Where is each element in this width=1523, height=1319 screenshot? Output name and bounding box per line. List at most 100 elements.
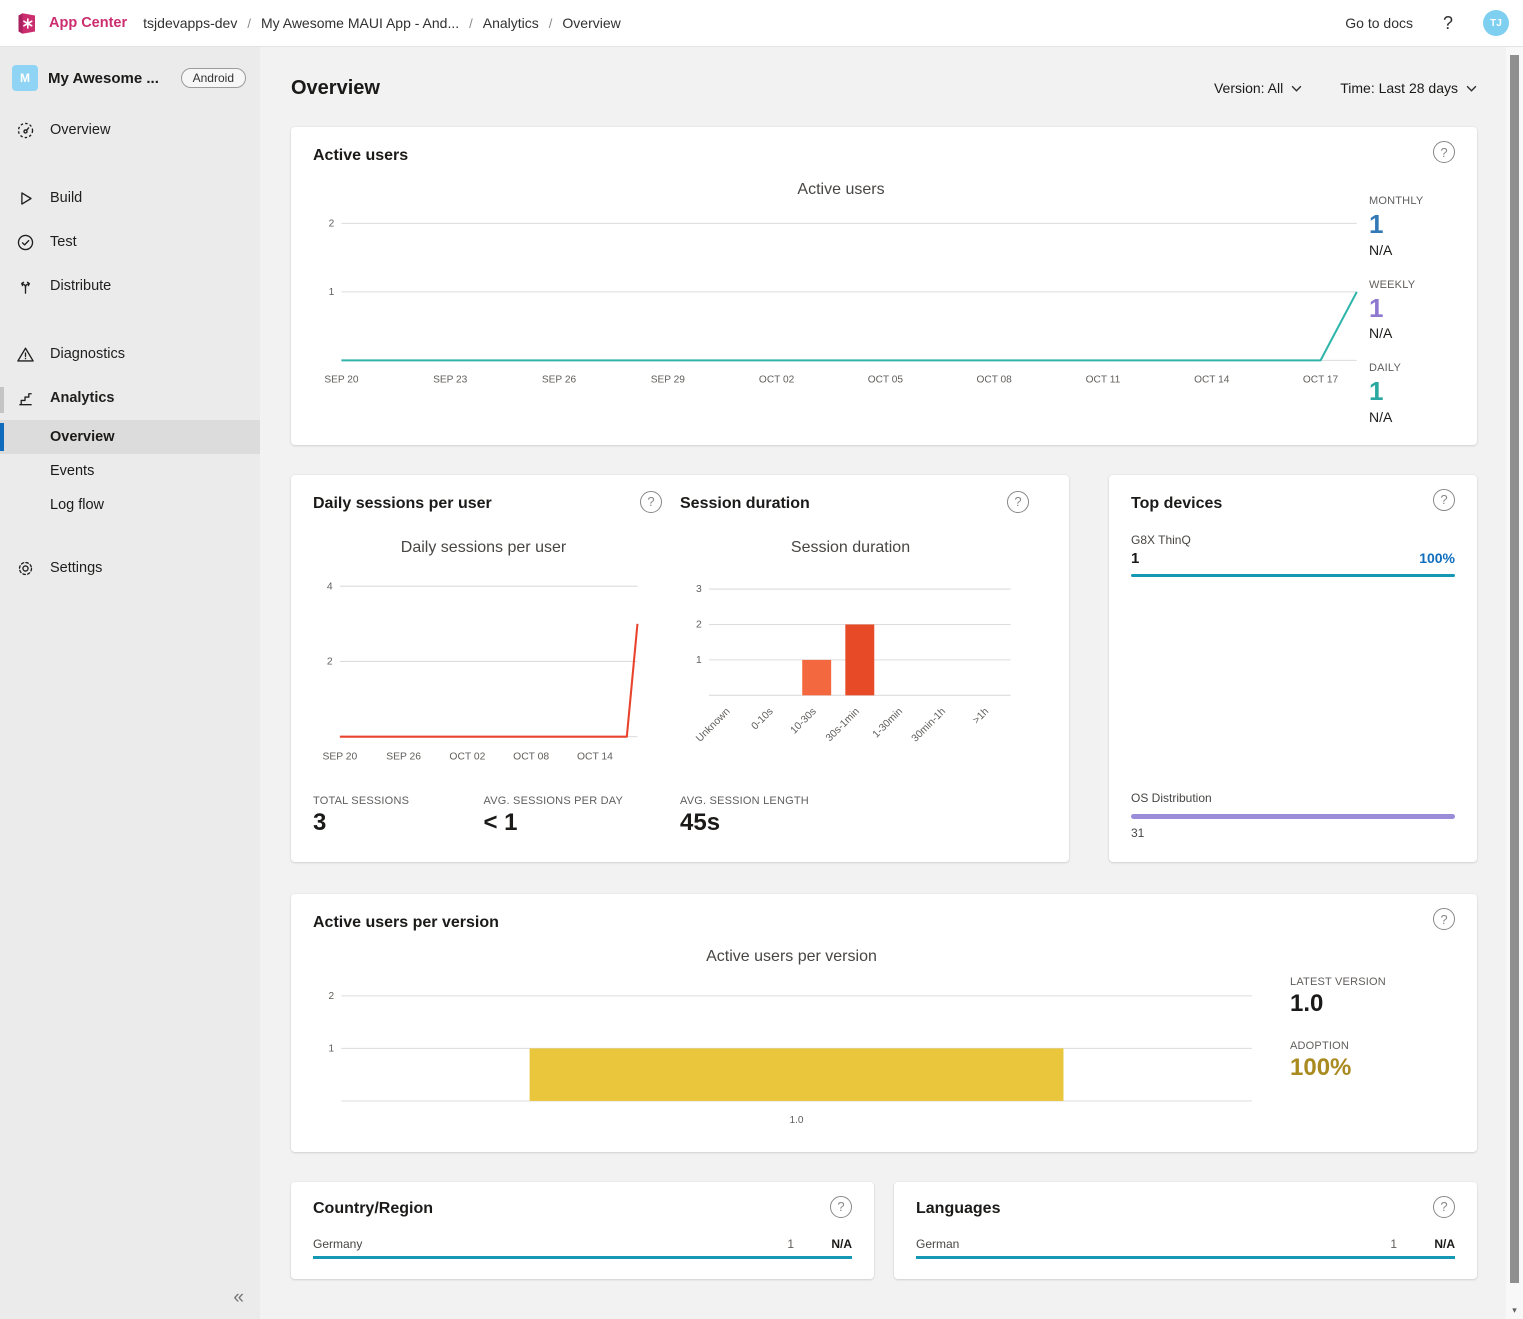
- time-filter-dropdown[interactable]: Time: Last 28 days: [1340, 80, 1477, 96]
- stat-avg-sessions-per-day: AVG. SESSIONS PER DAY < 1: [484, 795, 655, 836]
- svg-text:1: 1: [329, 287, 335, 298]
- languages-card: Languages ? German 1 N/A: [894, 1182, 1477, 1279]
- svg-text:OCT 11: OCT 11: [1086, 375, 1121, 386]
- svg-text:OCT 17: OCT 17: [1303, 375, 1339, 386]
- appcenter-logo-icon: [14, 11, 39, 36]
- stat-value: 1: [1369, 210, 1455, 239]
- stat-value: < 1: [484, 810, 655, 836]
- svg-text:SEP 26: SEP 26: [386, 751, 421, 762]
- app-avatar: M: [12, 65, 38, 91]
- country-row: Germany 1 N/A: [313, 1237, 852, 1251]
- help-icon[interactable]: ?: [1433, 908, 1455, 930]
- test-check-icon: [16, 233, 35, 252]
- stat-value: 1.0: [1290, 991, 1455, 1017]
- sidebar-item-label: Build: [50, 190, 82, 206]
- build-play-icon: [16, 189, 35, 208]
- os-distribution-label: OS Distribution: [1131, 791, 1455, 805]
- breadcrumb-analytics[interactable]: Analytics: [483, 15, 539, 31]
- svg-text:OCT 02: OCT 02: [449, 751, 485, 762]
- stat-value: 1: [1369, 377, 1455, 406]
- stat-label: AVG. SESSION LENGTH: [680, 795, 1021, 807]
- country-region-card: Country/Region ? Germany 1 N/A: [291, 1182, 874, 1279]
- help-icon[interactable]: ?: [1433, 489, 1455, 511]
- stat-sub: N/A: [1369, 325, 1455, 341]
- page-scrollbar-thumb[interactable]: [1510, 55, 1519, 1283]
- stat-label: MONTHLY: [1369, 195, 1455, 207]
- svg-text:SEP 26: SEP 26: [542, 375, 577, 386]
- sidebar-item-diagnostics[interactable]: Diagnostics: [0, 332, 260, 376]
- bar-chart-icon: [16, 389, 35, 408]
- sidebar-nav: Overview Build Test: [0, 108, 260, 590]
- active-users-chart[interactable]: 12SEP 20SEP 23SEP 26SEP 29OCT 02OCT 05OC…: [313, 203, 1369, 391]
- sidebar-item-settings[interactable]: Settings: [0, 546, 260, 590]
- top-bar: App Center tsjdevapps-dev / My Awesome M…: [0, 0, 1523, 47]
- card-title: Top devices: [1131, 495, 1455, 513]
- help-icon[interactable]: ?: [1443, 13, 1453, 34]
- language-bar: [916, 1256, 1455, 1259]
- stat-label: TOTAL SESSIONS: [313, 795, 484, 807]
- sidebar: M My Awesome ... Android Overview Build: [0, 47, 260, 1319]
- subnav-item-overview[interactable]: Overview: [0, 420, 260, 454]
- svg-text:2: 2: [329, 991, 335, 1002]
- breadcrumb-separator: /: [469, 16, 473, 31]
- platform-badge: Android: [181, 68, 246, 88]
- help-icon[interactable]: ?: [1007, 491, 1029, 513]
- svg-text:30min-1h: 30min-1h: [910, 706, 948, 744]
- stat-label: AVG. SESSIONS PER DAY: [484, 795, 655, 807]
- svg-text:1.0: 1.0: [790, 1115, 804, 1126]
- svg-text:OCT 08: OCT 08: [513, 751, 549, 762]
- brand-link[interactable]: App Center: [49, 15, 127, 31]
- page-scrollbar[interactable]: ▾: [1506, 47, 1523, 1319]
- subnav-item-events[interactable]: Events: [0, 454, 260, 488]
- subnav-item-label: Events: [50, 463, 94, 479]
- svg-text:0-10s: 0-10s: [750, 706, 776, 732]
- daily-sessions-section: Daily sessions per user ? Daily sessions…: [313, 495, 680, 843]
- app-selector[interactable]: M My Awesome ... Android: [0, 59, 260, 97]
- stat-value: 3: [313, 810, 484, 836]
- main-content: Overview Version: All Time: Last 28 days…: [260, 47, 1523, 1319]
- chevron-down-icon: [1466, 85, 1477, 92]
- breadcrumb-app[interactable]: My Awesome MAUI App - And...: [261, 15, 459, 31]
- time-filter-label: Time: Last 28 days: [1340, 80, 1458, 96]
- help-icon[interactable]: ?: [1433, 1196, 1455, 1218]
- sidebar-item-build[interactable]: Build: [0, 176, 260, 220]
- chart-title: Daily sessions per user: [313, 539, 654, 557]
- device-name: G8X ThinQ: [1131, 533, 1455, 547]
- sidebar-item-test[interactable]: Test: [0, 220, 260, 264]
- sidebar-item-distribute[interactable]: Distribute: [0, 264, 260, 308]
- stat-latest-version: LATEST VERSION 1.0: [1290, 976, 1455, 1017]
- sidebar-scrollbar-thumb[interactable]: [0, 387, 4, 413]
- svg-text:3: 3: [696, 584, 702, 595]
- user-avatar[interactable]: TJ: [1483, 10, 1509, 36]
- version-filter-label: Version: All: [1214, 80, 1283, 96]
- language-count: 1: [1390, 1237, 1397, 1251]
- country-name: Germany: [313, 1237, 362, 1251]
- session-duration-section: Session duration ? Session duration 123U…: [680, 495, 1047, 843]
- versions-card: Active users per version ? Active users …: [291, 894, 1477, 1151]
- go-to-docs-link[interactable]: Go to docs: [1345, 15, 1413, 31]
- svg-text:4: 4: [327, 581, 333, 592]
- subnav-item-log-flow[interactable]: Log flow: [0, 488, 260, 522]
- session-duration-chart[interactable]: 123Unknown0-10s10-30s30s-1min1-30min30mi…: [680, 561, 1021, 783]
- versions-chart[interactable]: 121.0: [313, 970, 1270, 1131]
- help-icon[interactable]: ?: [1433, 141, 1455, 163]
- daily-sessions-chart[interactable]: 24SEP 20SEP 26OCT 02OCT 08OCT 14: [313, 561, 654, 768]
- svg-text:1: 1: [329, 1044, 335, 1055]
- sidebar-item-analytics[interactable]: Analytics: [0, 376, 260, 420]
- scroll-down-icon[interactable]: ▾: [1506, 1305, 1523, 1316]
- svg-text:2: 2: [327, 656, 333, 667]
- breadcrumb-separator: /: [247, 16, 251, 31]
- breadcrumb-overview[interactable]: Overview: [562, 15, 620, 31]
- collapse-sidebar-icon[interactable]: «: [233, 1287, 244, 1309]
- chart-title: Active users: [313, 181, 1369, 199]
- sidebar-item-overview[interactable]: Overview: [0, 108, 260, 152]
- version-filter-dropdown[interactable]: Version: All: [1214, 80, 1302, 96]
- language-row: German 1 N/A: [916, 1237, 1455, 1251]
- help-icon[interactable]: ?: [830, 1196, 852, 1218]
- country-count: 1: [787, 1237, 794, 1251]
- sidebar-item-label: Analytics: [50, 390, 114, 406]
- stat-value: 1: [1369, 294, 1455, 323]
- breadcrumb-org[interactable]: tsjdevapps-dev: [143, 15, 237, 31]
- help-icon[interactable]: ?: [640, 491, 662, 513]
- stat-value: 100%: [1290, 1055, 1455, 1081]
